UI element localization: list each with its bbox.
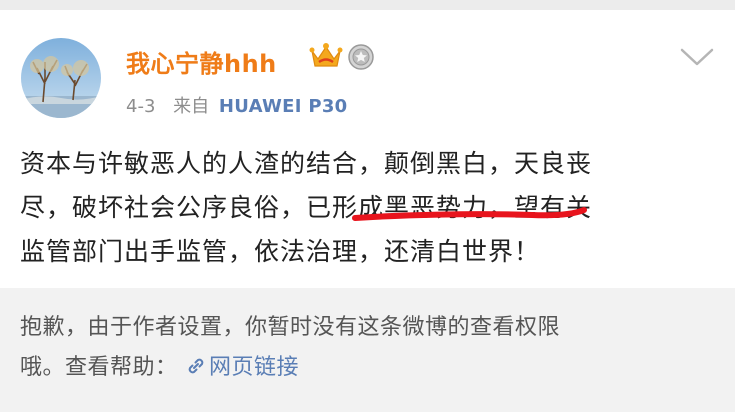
post-date: 4-3 [126, 96, 156, 117]
avatar[interactable] [21, 38, 101, 118]
post-text-line: 监管部门出手监管，依法治理，还清白世界！ [20, 237, 541, 266]
notice-message-line2: 哦。查看帮助： 网页链接 [20, 348, 720, 388]
link-icon [188, 358, 204, 374]
source-device[interactable]: HUAWEI P30 [219, 96, 348, 117]
chevron-down-icon[interactable] [678, 44, 716, 70]
weibo-post-card: 我心宁静hhh 4-3 来自 HUAWEI P30 资本与许敏恶人的人渣的结合，… [0, 10, 735, 412]
username[interactable]: 我心宁静hhh [126, 44, 277, 79]
web-link-label[interactable]: 网页链接 [209, 355, 299, 380]
red-underline-annotation [352, 207, 587, 221]
web-link[interactable]: 网页链接 [185, 355, 299, 380]
notice-message-tail: 哦。查看帮助： [20, 355, 178, 380]
post-text-line: 资本与许敏恶人的人渣的结合，颠倒黑白，天良丧 [20, 149, 593, 178]
source-label: 来自 [173, 96, 210, 117]
post-meta: 4-3 来自 HUAWEI P30 [126, 92, 347, 118]
notice-message: 抱歉，由于作者设置，你暂时没有这条微博的查看权限 [20, 315, 561, 340]
medal-icon [348, 44, 374, 70]
permission-notice: 抱歉，由于作者设置，你暂时没有这条微博的查看权限 哦。查看帮助： 网页链接 [0, 288, 735, 412]
crown-icon [309, 43, 343, 67]
top-border [0, 0, 735, 10]
